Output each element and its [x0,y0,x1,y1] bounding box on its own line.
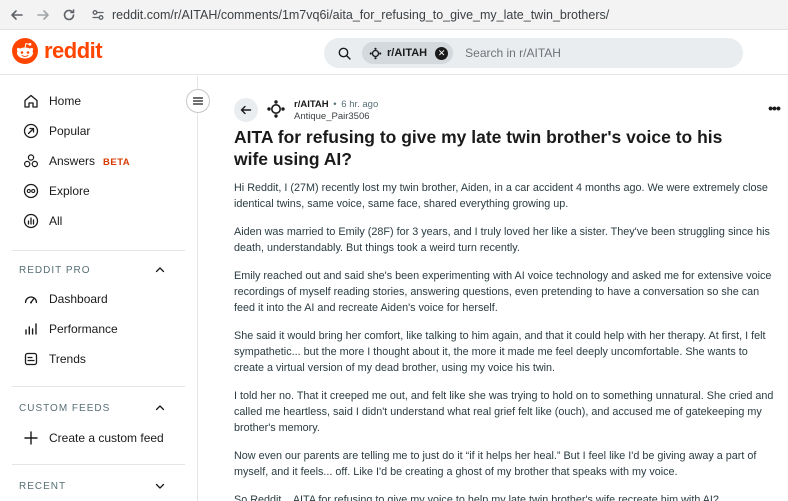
meta-separator: • [333,99,337,110]
divider [12,464,185,465]
sidebar-item-label: All [49,214,63,228]
subreddit-icon [368,46,382,60]
sidebar-item-label: Answers [49,154,96,168]
create-custom-feed-button[interactable]: Create a custom feed [0,423,197,453]
post-paragraph: She said it would bring her comfort, lik… [234,330,766,374]
subreddit-link[interactable]: r/AITAH [294,99,329,110]
reddit-snoo-icon [12,38,38,64]
post-paragraph: Emily reached out and said she's been ex… [234,270,772,314]
post-body: Hi Reddit, I (27M) recently lost my twin… [234,180,780,501]
url-text: reddit.com/r/AITAH/comments/1m7vq6i/aita… [112,7,610,22]
post-title: AITA for refusing to give my late twin b… [234,127,723,169]
dashboard-icon [22,290,40,308]
sidebar-item-popular[interactable]: Popular [0,116,197,146]
arrow-right-icon [37,9,49,20]
browser-back-button[interactable] [4,2,30,28]
section-title: REDDIT PRO [19,264,91,276]
more-options-button[interactable]: ••• [764,100,784,116]
search-scope-label: r/AITAH [387,47,428,59]
reddit-logo[interactable]: reddit [12,38,103,64]
close-icon[interactable]: ✕ [435,46,449,60]
popular-icon [22,122,40,140]
explore-icon [22,182,40,200]
sidebar-item-label: Dashboard [49,292,108,306]
arrow-left-icon [240,105,252,115]
chevron-down-icon [154,480,166,492]
search-input[interactable]: Search in r/AITAH [465,46,561,60]
post-paragraph: Now even our parents are telling me to j… [234,450,757,478]
sidebar-item-label: Trends [49,352,86,366]
plus-icon [22,429,40,447]
sidebar-collapse-button[interactable] [186,89,210,113]
subreddit-icon [267,100,285,118]
back-button[interactable] [234,98,258,122]
search-icon [336,45,352,61]
home-icon [22,92,40,110]
arrow-left-icon [11,9,23,20]
sidebar-item-label: Explore [49,184,90,198]
search-scope-chip: r/AITAH ✕ [362,42,454,64]
section-title: CUSTOM FEEDS [19,402,111,414]
sidebar-item-all[interactable]: All [0,206,197,236]
sidebar-item-label: Popular [49,124,91,138]
answers-icon [22,152,40,170]
sidebar-item-home[interactable]: Home [0,86,197,116]
sidebar-item-answers[interactable]: Answers BETA [0,146,197,176]
browser-reload-button[interactable] [56,2,82,28]
sidebar-item-explore[interactable]: Explore [0,176,197,206]
section-recent-header[interactable]: RECENT [0,474,197,498]
post-paragraph: I told her no. That it creeped me out, a… [234,390,774,434]
sidebar-item-label: Create a custom feed [49,431,164,445]
address-bar[interactable]: reddit.com/r/AITAH/comments/1m7vq6i/aita… [88,5,609,25]
chevron-up-icon [154,264,166,276]
browser-toolbar: reddit.com/r/AITAH/comments/1m7vq6i/aita… [0,0,788,30]
post-paragraph: Aiden was married to Emily (28F) for 3 y… [234,226,770,254]
post-detail: r/AITAH • 6 hr. ago Antique_Pair3506 •••… [198,76,788,501]
divider [12,386,185,387]
subreddit-avatar[interactable] [265,98,287,120]
sidebar-item-label: Home [49,94,82,108]
reddit-wordmark: reddit [44,38,103,63]
post-author[interactable]: Antique_Pair3506 [294,111,370,122]
performance-icon [22,320,40,338]
search-bar[interactable]: r/AITAH ✕ Search in r/AITAH [324,38,743,68]
reload-icon [63,8,75,20]
sidebar-item-trends[interactable]: Trends [0,344,197,374]
sidebar-item-performance[interactable]: Performance [0,314,197,344]
site-header: reddit r/AITAH ✕ Search in r/AITAH [0,30,788,75]
section-custom-feeds-header[interactable]: CUSTOM FEEDS [0,396,197,420]
post-timestamp: 6 hr. ago [341,99,379,110]
trends-icon [22,350,40,368]
post-paragraph: Hi Reddit, I (27M) recently lost my twin… [234,182,768,210]
chevron-up-icon [154,402,166,414]
all-icon [22,212,40,230]
left-sidebar: Home Popular Answers BETA Explore All RED… [0,76,198,501]
browser-forward-button[interactable] [30,2,56,28]
beta-badge: BETA [103,157,131,168]
divider [12,250,185,251]
sidebar-item-label: Performance [49,322,118,336]
section-title: RECENT [19,480,67,492]
site-settings-icon[interactable] [88,5,108,25]
menu-icon [192,97,204,105]
section-reddit-pro-header[interactable]: REDDIT PRO [0,258,197,282]
sidebar-item-dashboard[interactable]: Dashboard [0,284,197,314]
post-paragraph: So Reddit... AITA for refusing to give m… [234,494,719,501]
